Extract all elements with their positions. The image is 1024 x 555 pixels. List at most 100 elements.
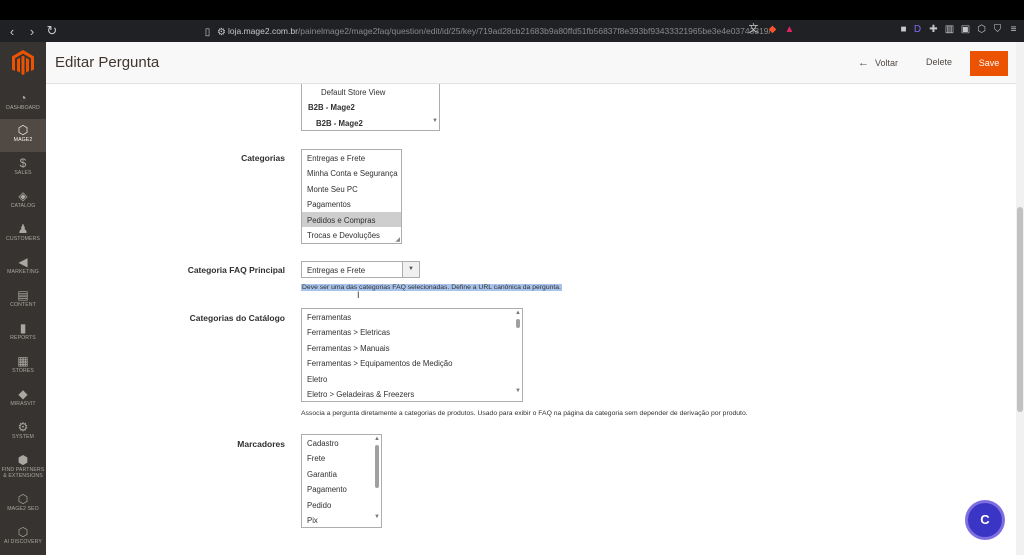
gear-icon: ⚙ xyxy=(17,420,29,434)
hexagon-icon: ⬡ xyxy=(17,492,29,506)
select-value: Entregas e Frete xyxy=(307,266,366,275)
marcadores-multiselect[interactable]: Cadastro Frete Garantia Pagamento Pedido… xyxy=(301,434,382,528)
scroll-down-icon[interactable]: ▼ xyxy=(515,388,521,394)
content-icon: ▤ xyxy=(17,288,29,302)
list-item[interactable]: Ferramentas xyxy=(307,313,351,322)
person-icon: ♟ xyxy=(17,222,29,236)
list-item[interactable]: Pedido xyxy=(307,501,331,510)
vpn-icon[interactable]: ⬡ xyxy=(976,24,987,35)
list-item[interactable]: Pagamento xyxy=(307,485,347,494)
menu-icon[interactable]: ≡ xyxy=(1008,24,1019,35)
resize-handle-icon[interactable]: ◢ xyxy=(395,236,400,243)
list-item[interactable]: Trocas e Devoluções xyxy=(307,231,380,240)
list-item[interactable]: Frete xyxy=(307,454,325,463)
list-item[interactable]: Eletro xyxy=(307,375,327,384)
chat-widget-button[interactable]: C xyxy=(968,503,1002,537)
list-item[interactable]: Garantia xyxy=(307,470,337,479)
page-title: Editar Pergunta xyxy=(55,54,160,71)
chevron-down-icon[interactable]: ▼ xyxy=(402,262,419,277)
reload-icon[interactable]: ↻ xyxy=(44,23,60,39)
brave-rewards-icon[interactable]: ▲ xyxy=(784,24,795,35)
categoria-principal-label: Categoria FAQ Principal xyxy=(187,265,285,275)
categoria-principal-note: Deve ser uma das categorias FAQ selecion… xyxy=(301,284,562,291)
marcadores-label: Marcadores xyxy=(237,439,285,449)
scrollbar-thumb[interactable] xyxy=(375,445,379,488)
list-item[interactable]: Pagamentos xyxy=(307,200,351,209)
sidebar-item-mage2[interactable]: ⬡ MAGE2 xyxy=(0,119,46,152)
sidebar-item-catalog[interactable]: ◈ CATALOG xyxy=(0,185,46,218)
url-host: loja.mage2.com.br xyxy=(228,26,298,36)
store-icon: ▦ xyxy=(17,354,29,368)
wallet-icon[interactable]: ▣ xyxy=(960,24,971,35)
scroll-up-icon[interactable]: ▲ xyxy=(374,436,380,442)
megaphone-icon: ◀ xyxy=(18,255,28,269)
list-item[interactable]: Ferramentas > Equipamentos de Medição xyxy=(307,359,452,368)
list-item[interactable]: B2B - Mage2 xyxy=(316,119,363,128)
puzzle-icon: ⬢ xyxy=(17,453,29,467)
scrollbar-thumb[interactable] xyxy=(516,319,520,328)
magento-logo[interactable] xyxy=(12,50,34,76)
list-item[interactable]: Pix xyxy=(307,516,318,525)
save-button[interactable]: Save xyxy=(970,51,1008,76)
admin-sidebar: ◔ DASHBOARD ⬡ MAGE2 $ SALES ◈ CATALOG ♟ CUSTO… xyxy=(0,42,46,555)
scroll-down-icon[interactable]: ▼ xyxy=(432,118,438,124)
store-view-multiselect[interactable]: Default Store View B2B - Mage2 B2B - Mag… xyxy=(301,84,440,131)
arrow-right-icon[interactable]: › xyxy=(24,24,40,39)
arrow-left-icon: ← xyxy=(858,57,869,69)
hexagon-icon: ⬡ xyxy=(17,525,29,539)
categoria-principal-select[interactable]: Entregas e Frete ▼ xyxy=(301,261,420,278)
sidebar-item-marketing[interactable]: ◀ MARKETING xyxy=(0,251,46,284)
list-item[interactable]: Pedidos e Compras xyxy=(307,216,375,225)
page-scrollbar-thumb[interactable] xyxy=(1017,207,1023,412)
page-content: Editar Pergunta ← Voltar Delete Save xyxy=(46,42,1016,555)
list-item[interactable]: Ferramentas > Manuais xyxy=(307,344,390,353)
dollar-icon: $ xyxy=(19,156,27,170)
sidebar-icon[interactable]: ▥ xyxy=(944,24,955,35)
categorias-multiselect[interactable]: Entregas e Frete Minha Conta e Segurança… xyxy=(301,149,402,244)
hexagon-icon: ⬡ xyxy=(17,123,29,137)
sidebar-item-find-partners[interactable]: ⬢ FIND PARTNERS & EXTENSIONS xyxy=(0,449,46,487)
shield-icon[interactable]: ⛉ xyxy=(992,24,1003,35)
puzzle-icon[interactable]: ✚ xyxy=(928,24,939,35)
page-scrollbar[interactable] xyxy=(1016,42,1024,555)
list-item[interactable]: Eletro > Geladeiras & Freezers xyxy=(307,390,414,399)
sidebar-item-ai-discovery[interactable]: ⬡ AI DISCOVERY xyxy=(0,521,46,554)
bookmark-icon[interactable]: ▯ xyxy=(202,27,213,38)
scroll-down-icon[interactable]: ▼ xyxy=(374,514,380,520)
sidebar-item-system[interactable]: ⚙ SYSTEM xyxy=(0,416,46,449)
sidebar-item-stores[interactable]: ▦ STORES xyxy=(0,350,46,383)
scroll-up-icon[interactable]: ▲ xyxy=(515,310,521,316)
browser-toolbar: ‹ › ↻ ▯ ⚙ loja.mage2.com.br/painelmage2/… xyxy=(0,20,1024,42)
back-button[interactable]: ← Voltar xyxy=(858,57,898,69)
translate-icon[interactable]: 文 xyxy=(748,24,759,35)
delete-button[interactable]: Delete xyxy=(926,57,952,67)
sidebar-item-content[interactable]: ▤ CONTENT xyxy=(0,284,46,317)
list-item[interactable]: Ferramentas > Eletricas xyxy=(307,328,390,337)
sidebar-item-reports[interactable]: ▮ REPORTS xyxy=(0,317,46,350)
box-icon: ◈ xyxy=(18,189,28,203)
sidebar-item-mirasvit[interactable]: ◆ MIRASVIT xyxy=(0,383,46,416)
extension-icon[interactable]: ■ xyxy=(898,24,909,35)
list-item[interactable]: Cadastro xyxy=(307,439,339,448)
page-header: Editar Pergunta ← Voltar Delete Save xyxy=(46,42,1016,84)
sidebar-item-mage2-seo[interactable]: ⬡ MAGE2 SEO xyxy=(0,488,46,521)
sidebar-item-customers[interactable]: ♟ CUSTOMERS xyxy=(0,218,46,251)
speedometer-icon: ◔ xyxy=(19,91,27,105)
list-item[interactable]: Entregas e Frete xyxy=(307,154,365,163)
address-bar[interactable]: ▯ ⚙ loja.mage2.com.br/painelmage2/mage2f… xyxy=(198,23,798,39)
arrow-left-icon[interactable]: ‹ xyxy=(4,24,20,39)
sidebar-item-dashboard[interactable]: ◔ DASHBOARD xyxy=(0,87,46,120)
list-item[interactable]: Monte Seu PC xyxy=(307,185,358,194)
categorias-catalogo-multiselect[interactable]: Ferramentas Ferramentas > Eletricas Ferr… xyxy=(301,308,523,402)
categorias-label: Categorias xyxy=(241,153,285,163)
diamond-icon: ◆ xyxy=(18,387,28,401)
list-item[interactable]: Default Store View xyxy=(321,88,385,97)
site-settings-icon[interactable]: ⚙ xyxy=(216,27,227,38)
categorias-catalogo-label: Categorias do Catálogo xyxy=(189,313,285,323)
sidebar-item-sales[interactable]: $ SALES xyxy=(0,152,46,185)
list-item[interactable]: Minha Conta e Segurança xyxy=(307,169,398,178)
brave-shield-icon[interactable]: ◆ xyxy=(767,24,778,35)
extension-d-icon[interactable]: D xyxy=(912,24,923,35)
bar-chart-icon: ▮ xyxy=(19,321,27,335)
text-cursor-icon: I xyxy=(357,290,360,300)
